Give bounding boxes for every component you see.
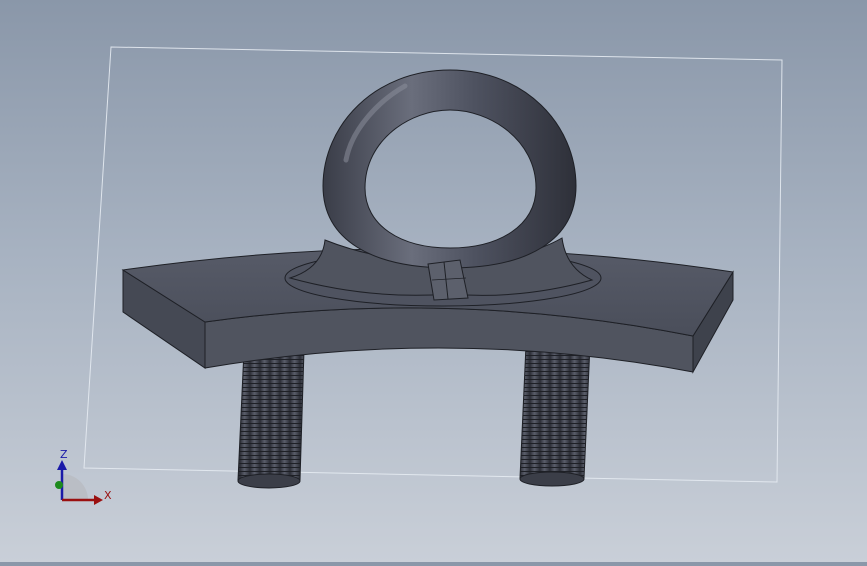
eye-ring[interactable]: [288, 69, 594, 301]
graphics-viewport[interactable]: Z X: [0, 0, 867, 562]
triad-quadrant: [62, 474, 88, 500]
threaded-stud-left[interactable]: [237, 349, 305, 489]
x-axis-label: X: [104, 489, 112, 502]
y-axis-dot: [55, 481, 63, 489]
z-axis-label: Z: [60, 448, 68, 461]
model-canvas[interactable]: Z X: [0, 0, 867, 562]
orientation-triad[interactable]: Z X: [55, 448, 112, 505]
threaded-stud-right[interactable]: [519, 344, 591, 487]
